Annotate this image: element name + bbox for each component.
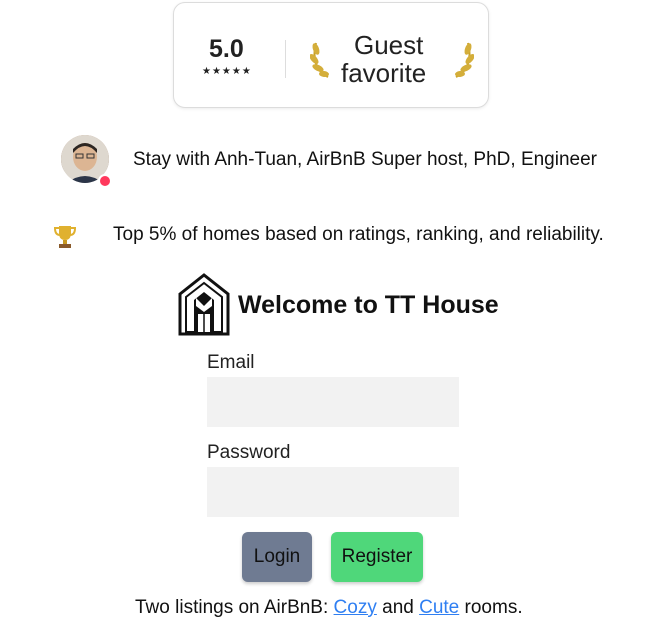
badge-divider (285, 40, 286, 78)
trophy-icon (53, 226, 77, 248)
house-logo-icon (178, 273, 230, 336)
register-button[interactable]: Register (331, 532, 423, 582)
laurel-right-icon (455, 42, 474, 78)
welcome-title: Welcome to TT House (238, 291, 499, 319)
cozy-room-link[interactable]: Cozy (334, 597, 377, 618)
footer-suffix: rooms. (459, 597, 523, 618)
listings-footer: Two listings on AirBnB: Cozy and Cute ro… (135, 597, 523, 619)
email-label: Email (207, 352, 255, 373)
cute-room-link[interactable]: Cute (419, 597, 459, 618)
footer-prefix: Two listings on AirBnB: (135, 597, 334, 618)
host-description: Stay with Anh-Tuan, AirBnB Super host, P… (133, 149, 597, 170)
guest-favorite-title-line2: favorite (341, 58, 427, 88)
laurel-left-icon (310, 42, 329, 78)
login-button[interactable]: Login (242, 532, 312, 582)
guest-favorite-badge: 5.0 ★★★★★ Guest favorite (173, 2, 489, 108)
password-label: Password (207, 442, 291, 463)
superhost-badge-icon (98, 174, 112, 188)
guest-favorite-title-line1: Guest (354, 30, 424, 60)
email-field[interactable] (207, 377, 459, 427)
rating-value: 5.0 (209, 35, 244, 63)
footer-middle: and (376, 597, 420, 618)
star-rating: ★★★★★ (202, 66, 252, 77)
password-field[interactable] (207, 467, 459, 517)
top-homes-text: Top 5% of homes based on ratings, rankin… (113, 224, 604, 245)
